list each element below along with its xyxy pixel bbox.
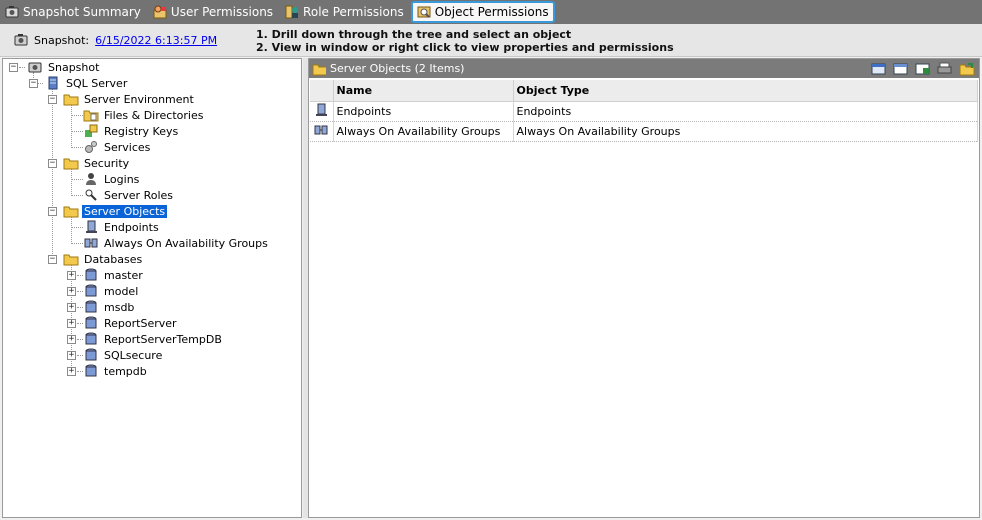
- folder-icon: [63, 251, 79, 267]
- table-row[interactable]: Endpoints Endpoints: [310, 101, 978, 122]
- camera-icon: [27, 59, 43, 75]
- tree-node-server-environment[interactable]: Server Environment: [63, 91, 196, 107]
- row-icon-cell: [310, 121, 334, 142]
- folder-icon: [63, 203, 79, 219]
- endpoint-icon: [314, 103, 328, 120]
- folder-icon: [63, 155, 79, 171]
- export-excel-icon[interactable]: [915, 61, 931, 76]
- tree-node-registry-keys[interactable]: Registry Keys: [83, 123, 180, 139]
- tree-node-logins[interactable]: Logins: [83, 171, 141, 187]
- columns-icon[interactable]: [893, 61, 909, 76]
- instructions: 1. Drill down through the tree and selec…: [256, 28, 674, 54]
- tree-node-server-objects[interactable]: Server Objects: [63, 203, 168, 219]
- gear-icon: [83, 139, 99, 155]
- print-icon[interactable]: [937, 61, 953, 76]
- object-tree[interactable]: − Snapshot − SQL Server − Server Environ…: [2, 58, 302, 518]
- tab-snapshot-summary[interactable]: Snapshot Summary: [0, 0, 148, 24]
- collapse-toggle[interactable]: −: [48, 159, 57, 168]
- tab-user-permissions[interactable]: User Permissions: [148, 0, 280, 24]
- tab-bar: Snapshot Summary User Permissions Role P…: [0, 0, 982, 24]
- tree-node-endpoints[interactable]: Endpoints: [83, 219, 161, 235]
- row-type-cell: Always On Availability Groups: [513, 121, 978, 142]
- database-icon: [83, 267, 99, 283]
- expand-toggle[interactable]: +: [67, 351, 76, 360]
- tree-node-db-master[interactable]: master: [83, 267, 145, 283]
- collapse-toggle[interactable]: −: [29, 79, 38, 88]
- endpoint-icon: [83, 219, 99, 235]
- tree-node-services[interactable]: Services: [83, 139, 152, 155]
- table-row[interactable]: Always On Availability Groups Always On …: [310, 121, 978, 142]
- properties-icon[interactable]: [871, 61, 887, 76]
- expand-toggle[interactable]: +: [67, 303, 76, 312]
- tree-node-availability-groups[interactable]: Always On Availability Groups: [83, 235, 270, 251]
- panel-header: Server Objects (2 Items): [309, 59, 979, 78]
- files-directories-icon: [83, 107, 99, 123]
- panel-title: Server Objects (2 Items): [330, 62, 465, 75]
- object-list-pane: Server Objects (2 Items) Name Object Typ…: [308, 58, 980, 518]
- camera-icon: [14, 33, 28, 47]
- tree-node-databases[interactable]: Databases: [63, 251, 144, 267]
- role-permissions-icon: [285, 5, 299, 19]
- expand-toggle[interactable]: +: [67, 287, 76, 296]
- row-icon-cell: [310, 101, 334, 122]
- tree-node-server-roles[interactable]: Server Roles: [83, 187, 175, 203]
- folder-icon: [312, 62, 326, 76]
- instruction-1: 1. Drill down through the tree and selec…: [256, 28, 572, 41]
- snapshot-info: Snapshot: 6/15/2022 6:13:57 PM: [14, 33, 217, 47]
- database-icon: [83, 299, 99, 315]
- expand-toggle[interactable]: +: [67, 335, 76, 344]
- collapse-toggle[interactable]: −: [9, 63, 18, 72]
- info-bar: Snapshot: 6/15/2022 6:13:57 PM 1. Drill …: [0, 24, 982, 57]
- tree-node-db-reportservertempdb[interactable]: ReportServerTempDB: [83, 331, 224, 347]
- expand-toggle[interactable]: +: [67, 367, 76, 376]
- expand-toggle[interactable]: +: [67, 271, 76, 280]
- object-table: Name Object Type Endpoints Endpoints Alw…: [310, 80, 978, 142]
- column-header-name[interactable]: Name: [333, 80, 514, 102]
- registry-keys-icon: [83, 123, 99, 139]
- tree-node-db-reportserver[interactable]: ReportServer: [83, 315, 179, 331]
- tree-node-db-sqlsecure[interactable]: SQLsecure: [83, 347, 164, 363]
- tree-node-sql-server[interactable]: SQL Server: [45, 75, 129, 91]
- collapse-toggle[interactable]: −: [48, 255, 57, 264]
- logins-icon: [83, 171, 99, 187]
- tree-node-files-directories[interactable]: Files & Directories: [83, 107, 205, 123]
- collapse-toggle[interactable]: −: [48, 95, 57, 104]
- camera-icon: [5, 5, 19, 19]
- row-name-cell: Always On Availability Groups: [333, 121, 514, 142]
- expand-toggle[interactable]: +: [67, 319, 76, 328]
- panel-toolbar: [871, 61, 975, 76]
- tree-node-db-msdb[interactable]: msdb: [83, 299, 136, 315]
- snapshot-label: Snapshot:: [34, 33, 90, 47]
- collapse-toggle[interactable]: −: [48, 207, 57, 216]
- icon-column-header[interactable]: [310, 80, 334, 102]
- instruction-2: 2. View in window or right click to view…: [256, 41, 674, 54]
- availability-group-icon: [314, 125, 328, 140]
- tree-node-security[interactable]: Security: [63, 155, 131, 171]
- object-permissions-icon: [417, 5, 431, 19]
- column-header-object-type[interactable]: Object Type: [513, 80, 978, 102]
- tab-object-permissions[interactable]: Object Permissions: [410, 1, 555, 23]
- database-icon: [83, 283, 99, 299]
- database-icon: [83, 347, 99, 363]
- server-roles-icon: [83, 187, 99, 203]
- tree-node-db-model[interactable]: model: [83, 283, 140, 299]
- database-icon: [83, 315, 99, 331]
- tree-node-db-tempdb[interactable]: tempdb: [83, 363, 149, 379]
- row-name-cell: Endpoints: [333, 101, 514, 122]
- availability-group-icon: [83, 235, 99, 251]
- database-icon: [83, 363, 99, 379]
- tree-node-snapshot[interactable]: Snapshot: [27, 59, 101, 75]
- tab-role-permissions[interactable]: Role Permissions: [280, 0, 411, 24]
- row-type-cell: Endpoints: [513, 101, 978, 122]
- open-folder-icon[interactable]: [959, 61, 975, 76]
- database-server-icon: [45, 75, 61, 91]
- folder-icon: [63, 91, 79, 107]
- snapshot-date-link[interactable]: 6/15/2022 6:13:57 PM: [95, 34, 217, 47]
- database-icon: [83, 331, 99, 347]
- user-permissions-icon: [153, 5, 167, 19]
